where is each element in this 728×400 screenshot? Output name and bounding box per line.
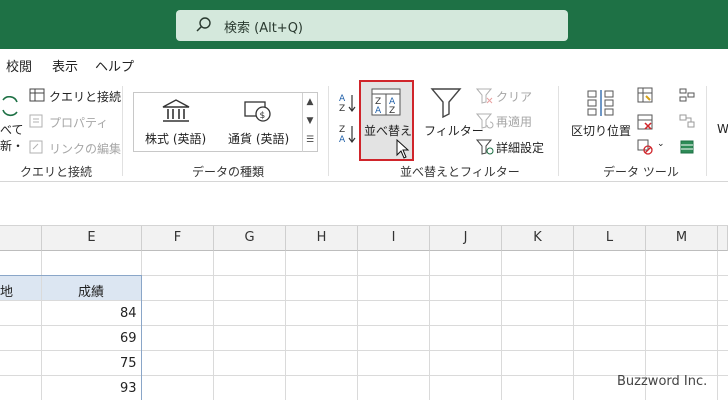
sort-ascending-icon[interactable]: A Z [338,92,358,114]
column-header-g[interactable]: G [214,226,286,251]
reapply-button[interactable]: 再適用 [496,113,532,130]
group-label-sortfilter: 並べ替えとフィルター [400,165,520,179]
menu-review[interactable]: 校閲 [6,56,32,75]
table-header-score: 成績 [78,285,105,300]
data-validation-dropdown[interactable]: ⌄ [657,139,665,149]
refresh-all-sub: 新・ [0,139,25,153]
currencies-button[interactable]: 通貨 (英語) [228,130,289,147]
formula-bar[interactable] [0,182,728,226]
search-placeholder: 検索 (Alt+Q) [224,21,304,36]
text-to-columns-icon [587,90,614,116]
score-cell[interactable]: 84 [120,306,137,321]
relationships-icon[interactable] [679,113,695,129]
svg-text:A: A [339,94,346,104]
flash-fill-icon[interactable] [637,87,653,103]
text-to-columns-button[interactable]: 区切り位置 [571,122,631,139]
column-header-k[interactable]: K [502,226,574,251]
ribbon-separator [122,86,123,176]
properties-icon [29,114,43,128]
consolidate-icon[interactable] [679,87,695,103]
svg-text:A: A [375,106,382,116]
queries-connections-button[interactable]: クエリと接続 [49,88,121,105]
currency-icon: $ [244,101,271,122]
gallery-scroll-down[interactable]: ▼ [302,112,317,131]
menu-view[interactable]: 表示 [52,56,78,75]
search-icon [196,17,211,32]
gallery-more[interactable]: ☰ [302,131,317,152]
watermark: Buzzword Inc. [617,374,708,389]
column-header-h[interactable]: H [286,226,358,251]
refresh-all-icon[interactable] [0,96,20,118]
ribbon-separator [328,86,329,176]
advanced-filter-icon [476,139,494,155]
properties-button[interactable]: プロパティ [49,114,108,131]
ribbon-separator [558,86,559,176]
search-box[interactable]: 検索 (Alt+Q) [176,10,568,41]
sort-descending-icon[interactable]: Z A [338,123,358,145]
reapply-icon [476,113,494,129]
menu-help[interactable]: ヘルプ [95,56,134,75]
svg-text:Z: Z [389,106,395,116]
data-validation-icon[interactable] [637,139,653,155]
column-header-j[interactable]: J [430,226,502,251]
group-label-datatools: データ ツール [603,165,679,179]
refresh-all-label: べて [0,123,24,137]
group-label-queries: クエリと接続 [20,165,93,179]
gallery-scroll-up[interactable]: ▲ [302,93,317,112]
menu-bar: 校閲 表示 ヘルプ [0,49,728,79]
clear-filter-icon [476,88,493,104]
ribbon-separator [706,86,707,176]
sort-label: 並べ替え [364,124,413,138]
svg-text:$: $ [260,111,266,121]
advanced-button[interactable]: 詳細設定 [496,139,544,156]
edit-links-icon [29,140,43,154]
column-header-e[interactable]: E [42,226,142,251]
data-model-icon[interactable] [679,139,695,155]
filter-button[interactable]: フィルター [424,122,484,139]
bank-icon [162,99,190,122]
table-border-right [141,275,142,400]
filter-icon [430,88,462,118]
table-header-partial: 地 [0,285,14,300]
sort-button[interactable]: Z A A Z 並べ替え [359,80,414,161]
title-bar: 検索 (Alt+Q) [0,0,728,49]
column-header-partial-right[interactable] [718,226,728,251]
svg-text:A: A [339,135,346,145]
score-cell[interactable]: 75 [120,356,137,371]
score-cell[interactable]: 93 [120,381,137,396]
remove-duplicates-icon[interactable] [637,114,653,130]
whatif-partial[interactable]: W [717,122,728,136]
svg-text:Z: Z [339,125,345,135]
stocks-button[interactable]: 株式 (英語) [145,130,206,147]
column-header-f[interactable]: F [142,226,214,251]
clear-button[interactable]: クリア [496,88,532,105]
score-cell[interactable]: 69 [120,331,137,346]
edit-links-button[interactable]: リンクの編集 [49,140,121,157]
table-border-top [0,275,142,276]
queries-connections-icon [29,88,45,102]
column-header-m[interactable]: M [646,226,718,251]
mouse-cursor-icon [396,139,410,159]
sort-icon: Z A A Z [371,88,401,116]
column-header-i[interactable]: I [358,226,430,251]
group-label-datatypes: データの種類 [192,165,265,179]
svg-text:Z: Z [339,104,345,114]
column-header-l[interactable]: L [574,226,646,251]
column-header-partial[interactable] [0,226,42,251]
